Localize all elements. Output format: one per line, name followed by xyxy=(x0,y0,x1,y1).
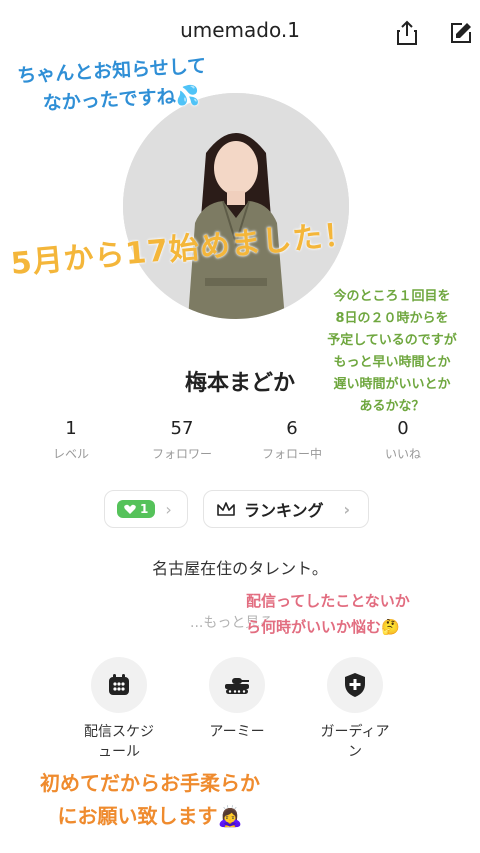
share-icon xyxy=(397,20,417,45)
level-badge: 1 xyxy=(117,500,156,518)
guardian-label-line2: ン xyxy=(348,744,362,760)
schedule-label-line2: ュール xyxy=(98,744,140,760)
annotation-green-line6: あるかな？ xyxy=(359,399,425,414)
ranking-label: ランキング xyxy=(244,501,324,520)
level-button[interactable]: 1 › xyxy=(104,490,188,528)
ranking-button[interactable]: ランキング › xyxy=(203,490,369,528)
calendar-icon xyxy=(109,674,129,695)
level-badge-value: 1 xyxy=(140,502,149,516)
stat-followers-label: フォロワー xyxy=(151,447,212,461)
annotation-pink-line1: 配信ってしたことないか xyxy=(246,592,410,610)
stat-level-label: レベル xyxy=(52,447,89,461)
army-button[interactable] xyxy=(209,657,265,713)
stat-following[interactable]: 6 フォロー中 xyxy=(242,418,342,462)
stat-level[interactable]: 1 レベル xyxy=(21,418,121,462)
annotation-green-line3: 予定しているのですが xyxy=(327,333,457,348)
annotation-green-line2: 8日の２０時からを xyxy=(335,311,449,326)
share-button[interactable] xyxy=(392,18,422,48)
edit-icon xyxy=(451,23,471,43)
annotation-blue: ちゃんとお知らせして なかったですね💦 xyxy=(17,52,209,120)
heart-icon xyxy=(124,504,136,514)
crown-icon xyxy=(217,502,235,516)
schedule-button[interactable] xyxy=(91,657,147,713)
stat-following-value: 6 xyxy=(286,418,298,439)
army-label: アーミー xyxy=(188,722,286,742)
annotation-pink: 配信ってしたことないか ら何時がいいか悩む🤔 xyxy=(246,588,410,640)
annotation-green-line1: 今のところ１回目を xyxy=(333,289,451,304)
chevron-right-icon: › xyxy=(165,499,172,519)
annotation-orange-line2: にお願い致します🙇‍♀️ xyxy=(57,804,243,828)
annotation-green-line5: 遅い時間がいいとか xyxy=(333,377,451,392)
stat-level-value: 1 xyxy=(65,418,77,439)
army-label-line1: アーミー xyxy=(209,724,265,740)
army-icon-circle xyxy=(209,657,265,713)
stat-following-label: フォロー中 xyxy=(261,447,322,461)
chevron-right-icon: › xyxy=(343,499,351,519)
tank-icon xyxy=(225,678,249,694)
schedule-icon-circle xyxy=(91,657,147,713)
stat-likes-value: 0 xyxy=(397,418,409,439)
schedule-label: 配信スケジ ュール xyxy=(70,722,168,762)
annotation-green-line4: もっと早い時間とか xyxy=(333,355,451,370)
guardian-button[interactable] xyxy=(327,657,383,713)
shield-icon xyxy=(345,673,365,697)
stat-followers-value: 57 xyxy=(170,418,194,439)
stat-likes-label: いいね xyxy=(384,447,421,461)
stat-followers[interactable]: 57 フォロワー xyxy=(132,418,232,462)
annotation-orange: 初めてだからお手柔らか にお願い致します🙇‍♀️ xyxy=(20,767,280,833)
annotation-orange-line1: 初めてだからお手柔らか xyxy=(40,771,260,795)
annotation-green: 今のところ１回目を 8日の２０時からを 予定しているのですが もっと早い時間とか… xyxy=(312,286,472,418)
profile-bio: 名古屋在住のタレント。 xyxy=(152,559,328,578)
stat-likes[interactable]: 0 いいね xyxy=(353,418,453,462)
annotation-pink-line2: ら何時がいいか悩む🤔 xyxy=(246,618,400,636)
edit-profile-button[interactable] xyxy=(446,18,476,48)
schedule-label-line1: 配信スケジ xyxy=(84,724,154,740)
guardian-label-line1: ガーディア xyxy=(320,724,390,740)
guardian-icon-circle xyxy=(327,657,383,713)
guardian-label: ガーディア ン xyxy=(306,722,404,762)
